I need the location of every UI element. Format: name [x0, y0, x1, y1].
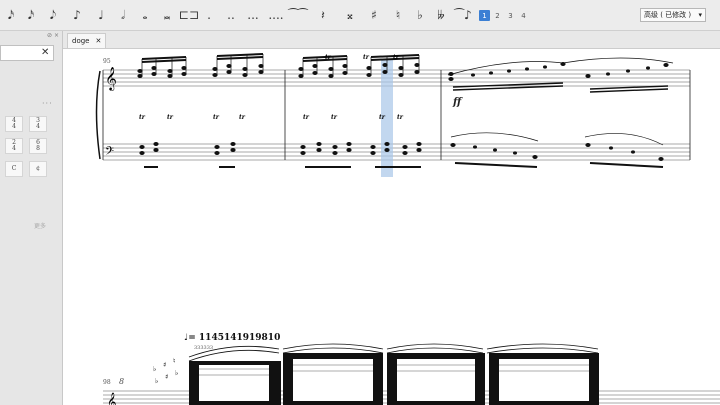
- palette-more-link[interactable]: 更多: [34, 221, 46, 230]
- measure-1-beams: [141, 53, 264, 63]
- palette-options-icon[interactable]: ···: [42, 99, 53, 108]
- score-canvas[interactable]: 𝄞 𝄢 tr tr tr tr tr tr tr tr tr tr tr ♭ ♯…: [63, 49, 720, 405]
- ottava-marking[interactable]: 8: [119, 377, 124, 386]
- svg-text:♯: ♯: [163, 361, 166, 369]
- svg-text:tr: tr: [379, 114, 386, 121]
- svg-text:tr: tr: [213, 114, 220, 121]
- svg-text:♭: ♭: [155, 377, 158, 385]
- workspace-select-value: 高级 ( 已修改 ): [644, 11, 692, 19]
- bass-slur-2: [584, 133, 664, 146]
- svg-text:♭: ♭: [175, 369, 178, 377]
- svg-text:♭: ♭: [153, 365, 156, 373]
- bass-clef: 𝄢: [105, 145, 114, 161]
- treble-staff: [103, 69, 690, 87]
- svg-text:tr: tr: [331, 114, 338, 121]
- time-signature-3-4[interactable]: 34: [29, 116, 47, 132]
- tuplet-label: 333333: [194, 345, 214, 351]
- panel-float-close-icons[interactable]: ⊘ ×: [47, 32, 59, 39]
- cluster-noteheads: ♭ ♯ ♮ ♭ ♯ ♭: [153, 357, 178, 385]
- time-signature-cut[interactable]: ¢: [29, 161, 47, 177]
- slur: [447, 57, 674, 76]
- double-sharp-button[interactable]: 𝄪: [344, 5, 356, 25]
- natural-button[interactable]: ♮: [392, 5, 404, 25]
- double-dot-button[interactable]: ..: [224, 5, 238, 25]
- svg-text:♮: ♮: [173, 357, 176, 365]
- flat-button[interactable]: ♭: [414, 5, 426, 25]
- duration-half-button[interactable]: 𝅗𝅥: [116, 5, 130, 25]
- system-2-treble-clef: 𝄞: [107, 392, 116, 405]
- measure-2-treble-notes: [298, 63, 420, 78]
- duration-breve-button[interactable]: 𝅜: [160, 5, 174, 25]
- measure-2-beams: [302, 54, 420, 62]
- svg-text:tr: tr: [325, 54, 332, 61]
- duration-quarter-button[interactable]: ♩: [94, 5, 108, 25]
- voice-2-button[interactable]: 2: [492, 10, 503, 21]
- workspace-select[interactable]: 高级 ( 已修改 ) ▾: [640, 8, 706, 22]
- svg-text:tr: tr: [397, 114, 404, 121]
- treble-clef: 𝄞: [105, 66, 117, 91]
- duration-16th-button[interactable]: 𝅘𝅥𝅮: [46, 5, 60, 25]
- tempo-marking[interactable]: ♩= 1145141919810: [184, 333, 280, 343]
- bass-staff: [103, 143, 690, 161]
- duration-whole-button[interactable]: 𝅝: [138, 5, 152, 25]
- svg-text:tr: tr: [303, 114, 310, 121]
- tab-label: doge: [72, 37, 90, 45]
- duration-32nd-button[interactable]: 𝅘𝅥𝅯: [24, 5, 38, 25]
- svg-text:tr: tr: [139, 114, 146, 121]
- dynamic-marking[interactable]: ff: [453, 97, 461, 108]
- tab-doge[interactable]: doge ✕: [67, 33, 107, 48]
- voice-3-button[interactable]: 3: [505, 10, 516, 21]
- svg-text:tr: tr: [167, 114, 174, 121]
- time-signature-4-4[interactable]: 44: [5, 116, 23, 132]
- voice-4-button[interactable]: 4: [518, 10, 529, 21]
- time-signature-2-4[interactable]: 24: [5, 138, 23, 154]
- note-input-toolbar: 𝅘𝅥𝅯 𝅘𝅥𝅯 𝅘𝅥𝅮 ♪ ♩ 𝅗𝅥 𝅝 𝅜 ⊏⊐ . .. ... .... …: [0, 0, 720, 31]
- double-flat-button[interactable]: 𝄫: [434, 5, 448, 25]
- rest-button[interactable]: 𝄽: [318, 5, 328, 25]
- duration-64th-button[interactable]: 𝅘𝅥𝅯: [4, 5, 18, 25]
- svg-text:♯: ♯: [165, 373, 168, 381]
- measure-number: 98: [103, 379, 111, 386]
- triple-dot-button[interactable]: ...: [246, 5, 260, 25]
- trill-marks: tr tr tr tr tr tr tr tr tr tr tr: [139, 54, 404, 121]
- measure-3-beams: [452, 82, 669, 93]
- svg-text:tr: tr: [393, 54, 400, 61]
- sharp-button[interactable]: ♯: [368, 5, 380, 25]
- voice-1-button[interactable]: 1: [479, 10, 490, 21]
- chevron-down-icon: ▾: [698, 11, 702, 19]
- palette-panel: ⊘ × ✕ ··· 44 34 24 68 C ¢ 更多: [0, 31, 63, 405]
- augmentation-dot-button[interactable]: .: [204, 5, 214, 25]
- svg-text:tr: tr: [363, 54, 370, 61]
- brace: [95, 70, 101, 160]
- bass-slur: [450, 132, 539, 142]
- flip-direction-button[interactable]: ⁀♪: [454, 5, 471, 25]
- tie-button[interactable]: ⁀⁀: [288, 5, 307, 25]
- measure-number: 95: [103, 58, 111, 65]
- bass-beams: [144, 162, 664, 168]
- svg-text:tr: tr: [239, 114, 246, 121]
- quadruple-dot-button[interactable]: ....: [268, 5, 284, 25]
- close-icon[interactable]: ✕: [95, 37, 101, 45]
- duration-eighth-button[interactable]: ♪: [70, 5, 84, 25]
- close-icon[interactable]: ✕: [41, 47, 49, 58]
- score-notation: 𝄞 𝄢 tr tr tr tr tr tr tr tr tr tr tr ♭ ♯…: [95, 53, 720, 405]
- duration-longa-button[interactable]: ⊏⊐: [179, 5, 199, 25]
- score-tab-bar: doge ✕: [63, 31, 720, 49]
- time-signature-6-8[interactable]: 68: [29, 138, 47, 154]
- bass-notes: [139, 142, 664, 161]
- time-signature-common[interactable]: C: [5, 161, 23, 177]
